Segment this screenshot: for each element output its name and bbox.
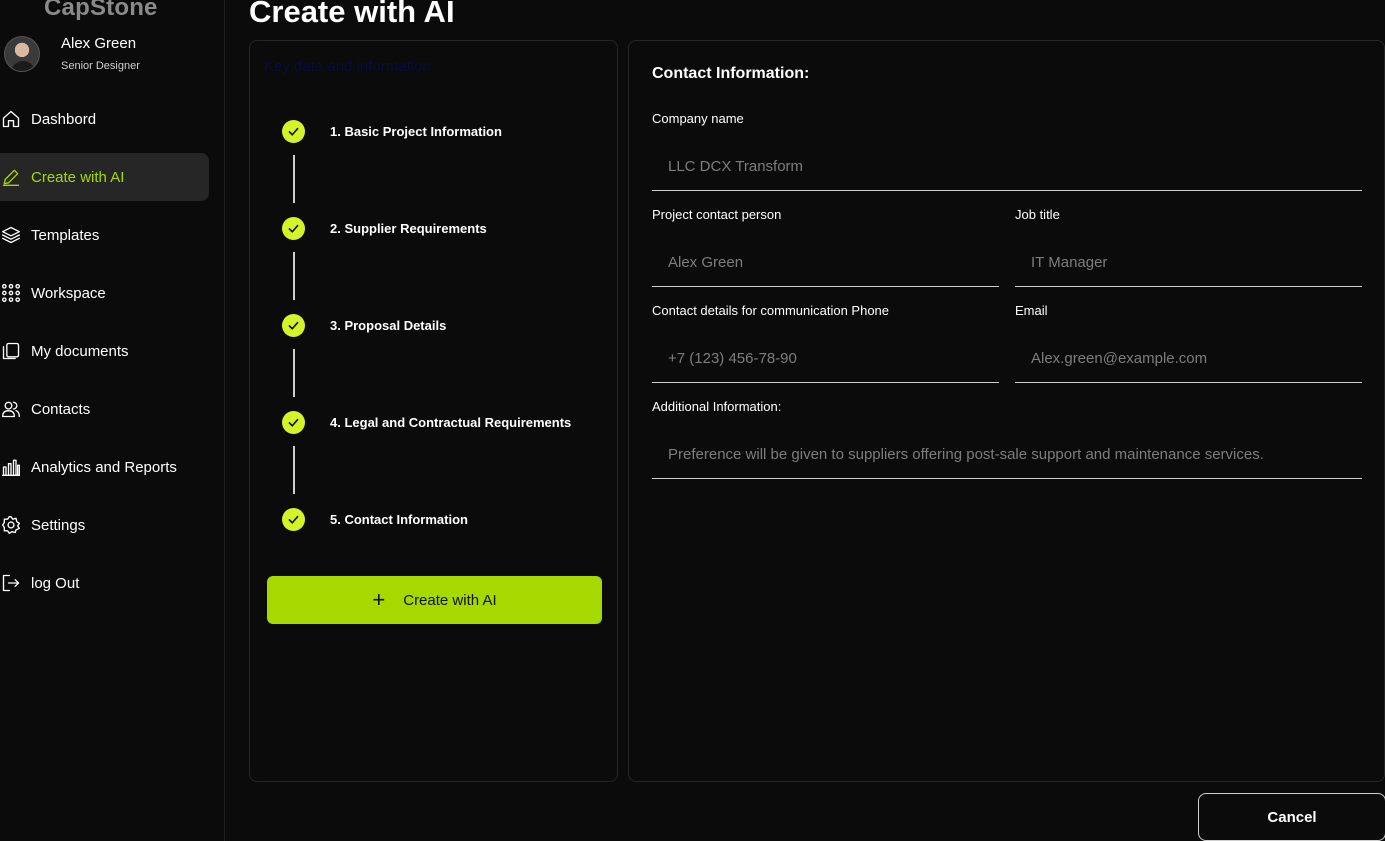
phone-label: Contact details for communication Phone (652, 303, 890, 318)
steps-heading: Key data and information (264, 58, 431, 75)
sidebar-item-label: Templates (31, 226, 100, 244)
check-icon (282, 411, 305, 434)
profile-role: Senior Designer (61, 59, 140, 72)
step-label: 5. Contact Information (330, 512, 468, 527)
check-icon (282, 314, 305, 337)
contact-form-panel: Contact Information: Company name Projec… (628, 40, 1385, 782)
check-icon (282, 217, 305, 240)
sidebar-item-my-documents[interactable]: My documents (0, 327, 209, 375)
job-title-input[interactable] (1015, 238, 1362, 287)
step-connector (293, 446, 295, 494)
sidebar-item-create-with-ai[interactable]: Create with AI (0, 153, 209, 201)
step-connector (293, 349, 295, 397)
profile-text: Alex Green Senior Designer (61, 34, 140, 72)
phone-input[interactable] (652, 334, 999, 383)
plus-icon: + (372, 587, 386, 612)
create-with-ai-label: Create with AI (403, 591, 497, 609)
logout-icon (0, 572, 22, 594)
step-item[interactable]: 3. Proposal Details (282, 314, 446, 337)
sidebar-item-label: Create with AI (31, 168, 125, 186)
sidebar-item-log-out[interactable]: log Out (0, 559, 209, 607)
create-with-ai-button[interactable]: + Create with AI (267, 576, 602, 624)
step-label: 1. Basic Project Information (330, 124, 502, 139)
page-title: Create with AI (249, 0, 455, 29)
sidebar-item-label: Dashbord (31, 110, 97, 128)
step-label: 3. Proposal Details (330, 318, 447, 333)
step-label: 4. Legal and Contractual Requirements (330, 415, 572, 430)
sidebar-nav: Dashbord Create with AI Templates Worksp… (0, 95, 209, 617)
users-icon (0, 398, 22, 420)
app-window: CapStone Alex Green Senior Designer Dash… (0, 0, 1385, 841)
sidebar-item-dashboard[interactable]: Dashbord (0, 95, 209, 143)
gear-icon (0, 514, 22, 536)
brand-logo: CapStone (44, 0, 158, 21)
step-item[interactable]: 2. Supplier Requirements (282, 217, 487, 240)
user-profile[interactable]: Alex Green Senior Designer (4, 34, 140, 72)
sidebar-item-label: Workspace (31, 284, 106, 302)
step-item[interactable]: 4. Legal and Contractual Requirements (282, 411, 571, 434)
step-item[interactable]: 5. Contact Information (282, 508, 468, 531)
sidebar-item-settings[interactable]: Settings (0, 501, 209, 549)
sidebar-item-workspace[interactable]: Workspace (0, 269, 209, 317)
step-label: 2. Supplier Requirements (330, 221, 487, 236)
check-icon (282, 120, 305, 143)
additional-info-field: Additional Information: (652, 399, 1362, 479)
contact-person-input[interactable] (652, 238, 999, 287)
bar-chart-icon (0, 456, 22, 478)
contact-person-field: Project contact person (652, 207, 999, 287)
step-connector (293, 252, 295, 300)
sidebar-item-contacts[interactable]: Contacts (0, 385, 209, 433)
check-icon (282, 508, 305, 531)
contact-person-label: Project contact person (652, 207, 782, 222)
sidebar-item-label: Analytics and Reports (31, 458, 177, 476)
company-name-input[interactable] (652, 142, 1362, 191)
additional-info-label: Additional Information: (652, 399, 782, 414)
cancel-button[interactable]: Cancel (1198, 793, 1385, 841)
home-icon (0, 108, 22, 130)
email-label: Email (1015, 303, 1048, 318)
email-field: Email (1015, 303, 1362, 383)
job-title-field: Job title (1015, 207, 1362, 287)
company-name-field: Company name (652, 111, 1362, 191)
pencil-icon (0, 166, 22, 188)
avatar (4, 36, 40, 72)
form-title: Contact Information: (652, 65, 810, 82)
sidebar: CapStone Alex Green Senior Designer Dash… (0, 0, 225, 841)
sidebar-item-label: log Out (31, 574, 80, 592)
sidebar-item-label: My documents (31, 342, 129, 360)
documents-icon (0, 340, 22, 362)
job-title-label: Job title (1015, 207, 1060, 222)
company-name-label: Company name (652, 111, 744, 126)
email-input[interactable] (1015, 334, 1362, 383)
sidebar-item-label: Contacts (31, 400, 91, 418)
layers-icon (0, 224, 22, 246)
sidebar-item-label: Settings (31, 516, 86, 534)
step-connector (293, 155, 295, 203)
profile-name: Alex Green (61, 34, 137, 52)
additional-info-input[interactable] (652, 430, 1362, 479)
step-item[interactable]: 1. Basic Project Information (282, 120, 502, 143)
steps-panel: Key data and information 1. Basic Projec… (249, 40, 618, 782)
grid-dots-icon (0, 282, 22, 304)
sidebar-item-templates[interactable]: Templates (0, 211, 209, 259)
sidebar-item-analytics-and-reports[interactable]: Analytics and Reports (0, 443, 209, 491)
phone-field: Contact details for communication Phone (652, 303, 999, 383)
